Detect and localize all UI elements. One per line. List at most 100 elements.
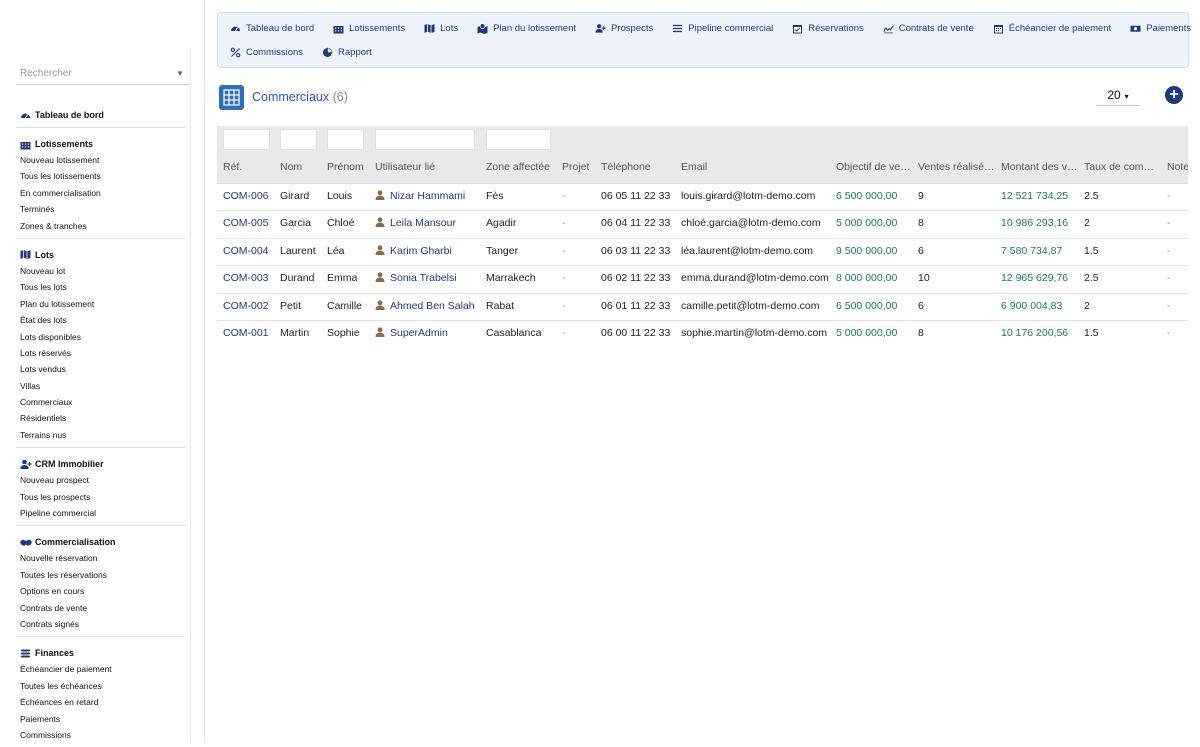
table-row[interactable]: COM-005 Garcia Chloé Leila Mansour Agadir - 06… — [217, 211, 1188, 239]
cell-ref[interactable]: COM-005 — [223, 217, 269, 229]
sidebar-section-crm-immobilier: CRM Immobilier Nouveau prospect Tous les p… — [16, 447, 185, 525]
sidebar-section-title[interactable]: Commercialisation — [16, 534, 185, 550]
column-header-montant[interactable]: Montant des ventes — [1001, 161, 1078, 173]
nav-reservations[interactable]: Réservations — [792, 21, 864, 35]
table-header: Réf. Nom Prénom Utilisateur lié Zone affecté… — [217, 156, 1188, 184]
add-button[interactable]: + — [1165, 86, 1183, 104]
cell-ref[interactable]: COM-003 — [223, 272, 269, 284]
sidebar-section-label: Finances — [35, 648, 75, 659]
buildings-icon — [20, 139, 31, 150]
cell-ref[interactable]: COM-002 — [223, 300, 269, 312]
cell-telephone: 06 03 11 22 33 — [601, 244, 671, 257]
cell-utilisateur[interactable]: Karim Gharbi — [375, 245, 452, 257]
caret-down-icon[interactable]: ▼ — [176, 66, 184, 82]
nav-tableau-de-bord[interactable]: Tableau de bord — [230, 21, 314, 35]
cell-ref[interactable]: COM-006 — [223, 190, 269, 202]
map-icon — [20, 249, 31, 260]
nav-echeancier-de-paiement[interactable]: Échéancier de paiement — [993, 21, 1111, 35]
search-select[interactable]: Rechercher ▼ — [16, 66, 190, 85]
cell-objectif: 9 500 000,00 — [836, 244, 898, 257]
nav-contrats-de-vente[interactable]: Contrats de vente — [883, 21, 974, 35]
column-header-utilisateur[interactable]: Utilisateur lié — [375, 161, 435, 173]
sidebar-item-terrains-nus[interactable]: Terrains nus — [16, 427, 185, 443]
grid-app-icon — [219, 85, 244, 110]
column-header-telephone[interactable]: Téléphone — [601, 161, 651, 173]
cell-ref[interactable]: COM-001 — [223, 327, 269, 339]
sidebar-item-etat-des-lots[interactable]: État des lots — [16, 312, 185, 328]
sidebar-item-villas[interactable]: Villas — [16, 378, 185, 394]
sidebar-item-zones-tranches[interactable]: Zones & tranches — [16, 218, 185, 234]
sidebar-item-residentiels[interactable]: Résidentiels — [16, 410, 185, 426]
column-header-projet[interactable]: Projet — [562, 161, 589, 173]
sidebar-item-nouveau-lotissement[interactable]: Nouveau lotissement — [16, 152, 185, 168]
sidebar-item-tous-les-lotissements[interactable]: Tous les lotissements — [16, 168, 185, 184]
sidebar-item-nouvelle-reservation[interactable]: Nouvelle réservation — [16, 550, 185, 566]
nav-pipeline-commercial[interactable]: Pipeline commercial — [672, 21, 773, 35]
column-header-taux[interactable]: Taux de commission — [1084, 161, 1161, 173]
sidebar-section-title[interactable]: Finances — [16, 645, 185, 661]
sidebar-item-contrats-de-vente[interactable]: Contrats de vente — [16, 600, 185, 616]
table-row[interactable]: COM-003 Durand Emma Sonia Trabelsi Marrakech… — [217, 266, 1188, 294]
sidebar-item-lots-reserves[interactable]: Lots réservés — [16, 345, 185, 361]
column-header-notes[interactable]: Notes — [1167, 161, 1188, 173]
sidebar-item-plan-du-lotissement[interactable]: Plan du lotissement — [16, 296, 185, 312]
sidebar-item-echeances-en-retard[interactable]: Échéances en retard — [16, 694, 185, 710]
calendar-icon — [993, 23, 1004, 34]
sidebar-item-commissions[interactable]: Commissions — [16, 727, 185, 743]
sidebar-item-nouveau-lot[interactable]: Nouveau lot — [16, 263, 185, 279]
nav-rapport[interactable]: Rapport — [322, 45, 372, 59]
cell-ref[interactable]: COM-004 — [223, 245, 269, 257]
table-row[interactable]: COM-001 Martin Sophie SuperAdmin Casablanca -… — [217, 321, 1188, 342]
cell-utilisateur[interactable]: Sonia Trabelsi — [375, 272, 457, 284]
nav-plan-du-lotissement[interactable]: Plan du lotissement — [477, 21, 576, 35]
sidebar-item-toutes-les-reservations[interactable]: Toutes les réservations — [16, 567, 185, 583]
sidebar-item-tous-les-prospects[interactable]: Tous les prospects — [16, 489, 185, 505]
sidebar-item-nouveau-prospect[interactable]: Nouveau prospect — [16, 472, 185, 488]
column-header-email[interactable]: Email — [681, 161, 707, 173]
sidebar-item-tous-les-lots[interactable]: Tous les lots — [16, 279, 185, 295]
nav-prospects[interactable]: Prospects — [595, 21, 653, 35]
column-header-objectif[interactable]: Objectif de ventes — [836, 161, 912, 173]
filter-nom-input[interactable] — [280, 129, 317, 150]
filter-prenom-input[interactable] — [327, 129, 364, 150]
filter-ref-input[interactable] — [223, 129, 270, 150]
cell-taux: 2.5 — [1084, 272, 1099, 285]
sidebar-section-title[interactable]: Lotissements — [16, 136, 185, 152]
table-row[interactable]: COM-002 Petit Camille Ahmed Ben Salah Rabat -… — [217, 294, 1188, 321]
nav-commissions[interactable]: Commissions — [230, 45, 303, 59]
column-header-prenom[interactable]: Prénom — [327, 161, 364, 173]
sidebar-item-commerciaux[interactable]: Commerciaux — [16, 394, 185, 410]
sidebar-item-paiements[interactable]: Paiements — [16, 711, 185, 727]
sidebar-item-en-commercialisation[interactable]: En commercialisation — [16, 185, 185, 201]
sidebar-item-toutes-les-echeances[interactable]: Toutes les échéances — [16, 678, 185, 694]
column-header-zone[interactable]: Zone affectée — [486, 161, 550, 173]
sidebar-section-title[interactable]: Tableau de bord — [16, 107, 185, 123]
sidebar-item-options-en-cours[interactable]: Options en cours — [16, 583, 185, 599]
cell-projet: - — [562, 190, 566, 202]
sidebar-item-lots-disponibles[interactable]: Lots disponibles — [16, 329, 185, 345]
sidebar-item-echeancier-de-paiement[interactable]: Échéancier de paiement — [16, 661, 185, 677]
column-header-ventes[interactable]: Ventes réalisées — [918, 161, 995, 173]
sidebar-item-contrats-signes[interactable]: Contrats signés — [16, 616, 185, 632]
cell-utilisateur[interactable]: Nizar Hammami — [375, 190, 465, 202]
sidebar-item-termines[interactable]: Terminés — [16, 201, 185, 217]
nav-paiements[interactable]: Paiements — [1130, 21, 1191, 35]
money-icon — [1130, 23, 1141, 34]
nav-lotissements[interactable]: Lotissements — [333, 21, 405, 35]
sidebar-section-title[interactable]: Lots — [16, 247, 185, 263]
cell-utilisateur[interactable]: Ahmed Ben Salah — [375, 300, 475, 312]
cell-utilisateur[interactable]: SuperAdmin — [375, 327, 448, 339]
column-header-nom[interactable]: Nom — [280, 161, 302, 173]
table-row[interactable]: COM-006 Girard Louis Nizar Hammami Fès - 06 05… — [217, 184, 1188, 212]
filter-utilisateur-input[interactable] — [375, 129, 475, 150]
table-row[interactable]: COM-004 Laurent Léa Karim Gharbi Tanger - 06 0… — [217, 239, 1188, 267]
page-size-select[interactable]: 20 ▾ — [1096, 85, 1140, 106]
nav-label: Lotissements — [349, 22, 406, 34]
nav-lots[interactable]: Lots — [424, 21, 458, 35]
sidebar-section-title[interactable]: CRM Immobilier — [16, 456, 185, 472]
filter-zone-input[interactable] — [486, 129, 551, 150]
sidebar-item-lots-vendus[interactable]: Lots vendus — [16, 361, 185, 377]
cell-utilisateur[interactable]: Leila Mansour — [375, 217, 456, 229]
column-header-ref[interactable]: Réf. — [223, 161, 242, 173]
sidebar-item-pipeline-commercial[interactable]: Pipeline commercial — [16, 505, 185, 521]
